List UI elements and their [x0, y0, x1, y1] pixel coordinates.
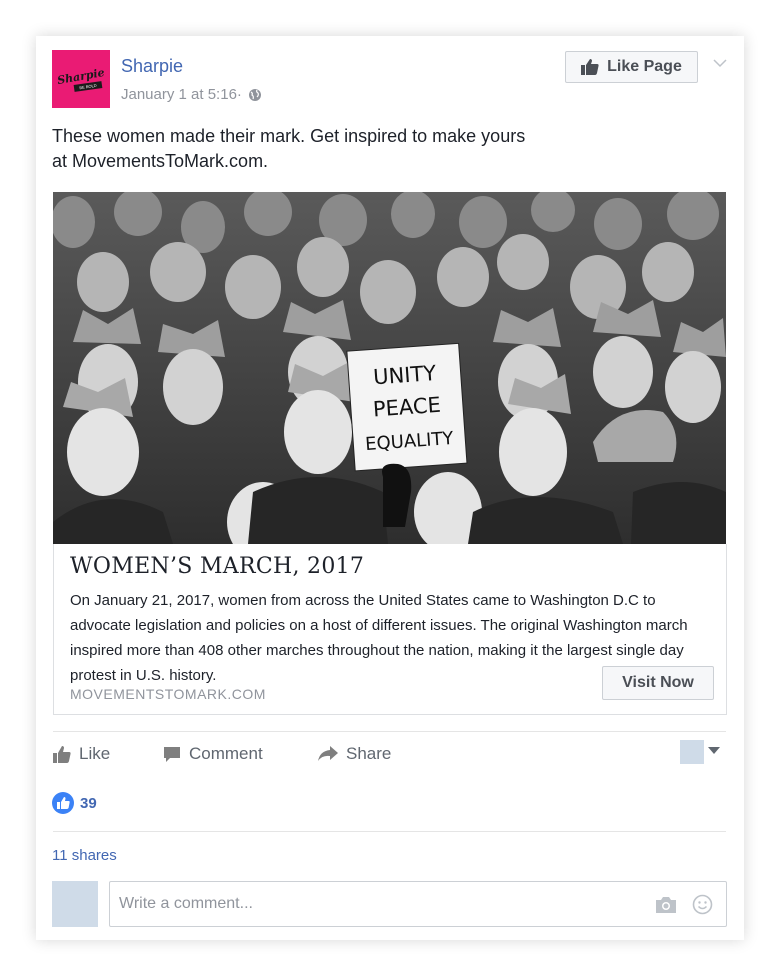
emoji-icon[interactable] [692, 894, 713, 915]
facebook-post-card: Sharpie BE BOLD Sharpie January 1 at 5:1… [36, 36, 744, 940]
shares-count[interactable]: 11 shares [52, 847, 117, 864]
sign-word-2: PEACE [372, 393, 441, 422]
share-action-label: Share [346, 744, 392, 763]
like-action-button[interactable]: Like [53, 744, 110, 764]
share-action-button[interactable]: Share [318, 744, 391, 764]
sharpie-avatar[interactable]: Sharpie BE BOLD [52, 50, 110, 108]
chevron-down-icon[interactable] [712, 58, 728, 68]
page-name-link[interactable]: Sharpie [121, 56, 183, 77]
link-preview[interactable]: WOMEN’S MARCH, 2017 On January 21, 2017,… [53, 544, 727, 715]
post-message: These women made their mark. Get inspire… [52, 124, 652, 174]
divider [53, 731, 726, 732]
like-page-label: Like Page [607, 58, 682, 75]
protest-crowd-image[interactable]: UNITY PEACE EQUALITY [53, 192, 726, 544]
like-page-button[interactable]: Like Page [565, 51, 698, 83]
thumbs-up-icon [581, 59, 599, 75]
post-meta: January 1 at 5:16· [121, 86, 262, 103]
reaction-count-value: 39 [80, 794, 97, 812]
comment-action-button[interactable]: Comment [163, 744, 263, 764]
comment-input[interactable]: Write a comment... [109, 881, 727, 927]
divider [53, 831, 726, 832]
thumbs-up-icon [53, 745, 71, 763]
comment-placeholder: Write a comment... [119, 895, 253, 912]
commenter-avatar [52, 881, 98, 927]
comment-action-label: Comment [189, 744, 263, 763]
like-action-label: Like [79, 744, 111, 763]
link-title[interactable]: WOMEN’S MARCH, 2017 [70, 554, 364, 579]
link-domain: MOVEMENTSTOMARK.COM [70, 686, 266, 702]
post-message-line1: These women made their mark. Get inspire… [52, 126, 526, 146]
caret-down-icon[interactable] [708, 747, 720, 755]
reaction-count[interactable]: 39 [52, 792, 97, 814]
visit-now-button[interactable]: Visit Now [602, 666, 714, 700]
post-timestamp[interactable]: January 1 at 5:16· [121, 86, 242, 103]
globe-icon [248, 88, 261, 101]
sign-word-1: UNITY [372, 361, 437, 389]
audience-avatar[interactable] [680, 740, 704, 764]
like-reaction-icon [52, 792, 74, 814]
comment-bubble-icon [164, 746, 180, 762]
camera-icon[interactable] [655, 896, 677, 914]
share-arrow-icon [318, 746, 338, 761]
post-message-line2: at MovementsToMark.com. [52, 151, 269, 171]
